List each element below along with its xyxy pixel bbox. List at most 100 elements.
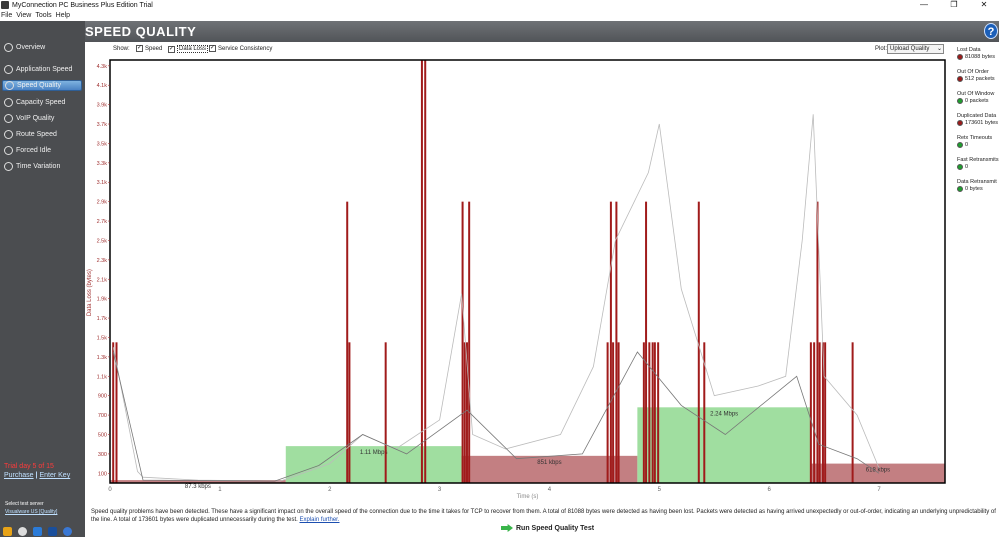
stat-fast-retransmits: Fast Retransmits 0	[957, 157, 999, 170]
stat-label: Out Of Window	[957, 91, 995, 97]
y-tick-label: 1.5k	[97, 335, 108, 341]
data-loss-bar	[609, 201, 612, 483]
checkbox-label: Data Loss	[177, 45, 209, 53]
y-tick-label: 2.9k	[97, 200, 108, 206]
menu-view[interactable]: View	[16, 12, 31, 19]
idle-icon	[4, 146, 13, 155]
chevron-down-icon: ⌄	[936, 46, 942, 52]
status-dot-icon	[957, 76, 963, 82]
menu-file[interactable]: File	[1, 12, 12, 19]
plot-select-value: Upload Quality	[890, 46, 930, 52]
trial-status: Trial day 5 of 15	[4, 463, 54, 470]
data-loss-bar	[824, 342, 827, 483]
link-separator: |	[35, 472, 38, 479]
data-loss-bar	[648, 342, 651, 483]
purchase-link[interactable]: Purchase	[4, 472, 34, 479]
sidebar-item-label: VoIP Quality	[16, 115, 55, 122]
capacity-icon	[4, 98, 13, 107]
speed-checkbox[interactable]: ✓ Speed	[136, 45, 162, 52]
stat-label: Duplicated Data	[957, 113, 997, 119]
sidebar-item-capacity-speed[interactable]: Capacity Speed	[2, 97, 82, 108]
window-title: MyConnection PC Business Plus Edition Tr…	[12, 1, 153, 9]
data-loss-bar	[615, 201, 618, 483]
run-test-label: Run Speed Quality Test	[516, 524, 595, 532]
speed-segment	[637, 407, 811, 483]
stat-value: 0 bytes	[965, 186, 983, 192]
sidebar-item-time-variation[interactable]: Time Variation	[2, 161, 82, 172]
data-loss-checkbox[interactable]: ✓ Data Loss	[168, 45, 209, 53]
y-tick-label: 2.7k	[97, 219, 108, 225]
window-controls: — ❐ ✕	[909, 0, 999, 10]
x-tick-label: 1	[218, 487, 222, 493]
run-test-button[interactable]: Run Speed Quality Test	[501, 524, 594, 532]
y-tick-label: 4.1k	[97, 83, 108, 89]
data-loss-bar	[642, 342, 645, 483]
restore-button[interactable]: ❐	[939, 0, 969, 10]
plot-select[interactable]: Upload Quality ⌄	[887, 44, 944, 54]
app-icon	[4, 65, 13, 74]
explain-further-link[interactable]: Explain further.	[299, 517, 339, 523]
network-icon[interactable]	[33, 527, 42, 536]
enter-key-link[interactable]: Enter Key	[39, 472, 70, 479]
data-loss-bar	[813, 342, 816, 483]
status-dot-icon	[957, 164, 963, 170]
checkbox-label: Speed	[145, 45, 163, 52]
y-tick-label: 3.1k	[97, 180, 108, 186]
data-loss-bar	[657, 342, 660, 483]
stat-value: 81088 bytes	[965, 54, 995, 60]
close-button[interactable]: ✕	[969, 0, 999, 10]
app-taskbar-icon[interactable]	[48, 527, 57, 536]
speed-segment-label: 1.11 Mbps	[360, 450, 388, 456]
y-tick-label: 2.1k	[97, 277, 108, 283]
sidebar-item-label: Overview	[16, 44, 46, 51]
y-tick-label: 4.3k	[97, 64, 108, 70]
data-loss-bar	[112, 342, 115, 483]
phone-icon	[4, 114, 13, 123]
sidebar-item-overview[interactable]: Overview	[2, 42, 82, 53]
sidebar-item-forced-idle[interactable]: Forced Idle	[2, 145, 82, 156]
folder-icon[interactable]	[3, 527, 12, 536]
speed-segment-label: 2.24 Mbps	[710, 411, 738, 417]
y-tick-label: 900	[98, 394, 107, 400]
stat-label: Lost Data	[957, 47, 981, 53]
status-dot-icon	[957, 120, 963, 126]
data-loss-bar	[606, 342, 609, 483]
stat-out-of-order: Out Of Order 512 packets	[957, 69, 995, 82]
data-loss-bar	[653, 342, 656, 483]
checkbox-label: Service Consistency	[218, 45, 273, 52]
help-icon[interactable]: ?	[984, 23, 998, 39]
service-consistency-checkbox[interactable]: ✓ Service Consistency	[209, 45, 272, 52]
speed-icon	[5, 81, 14, 90]
minimize-button[interactable]: —	[909, 0, 939, 10]
sidebar-item-label: Time Variation	[16, 163, 61, 170]
gear-icon	[4, 43, 13, 52]
results-text: Speed quality problems have been detecte…	[91, 509, 996, 523]
speed-quality-chart: 87.3 kbps1.11 Mbps851 kbps2.24 Mbps618 k…	[87, 59, 946, 500]
data-loss-bar	[851, 342, 854, 483]
server-link[interactable]: Visualware US [Quality]	[5, 509, 57, 515]
sidebar-item-voip-quality[interactable]: VoIP Quality	[2, 113, 82, 124]
x-tick-label: 5	[658, 487, 662, 493]
stat-value: 512 packets	[965, 76, 995, 82]
stat-value: 0 packets	[965, 98, 989, 104]
data-loss-bar	[420, 60, 423, 483]
status-dot-icon	[957, 54, 963, 60]
help-taskbar-icon[interactable]	[63, 527, 72, 536]
sidebar-item-speed-quality[interactable]: Speed Quality	[2, 80, 82, 91]
stat-lost-data: Lost Data 81088 bytes	[957, 47, 995, 60]
stat-duplicated-data: Duplicated Data 173601 bytes	[957, 113, 998, 126]
x-tick-label: 2	[328, 487, 332, 493]
x-tick-label: 4	[548, 487, 552, 493]
y-tick-label: 1.1k	[97, 374, 108, 380]
stat-label: Out Of Order	[957, 69, 989, 75]
data-loss-bar	[612, 342, 615, 483]
y-tick-label: 3.9k	[97, 103, 108, 109]
sidebar-item-route-speed[interactable]: Route Speed	[2, 129, 82, 140]
y-tick-label: 1.9k	[97, 297, 108, 303]
menu-help[interactable]: Help	[56, 12, 70, 19]
data-loss-bar	[424, 60, 427, 483]
sidebar-item-application-speed[interactable]: Application Speed	[2, 64, 82, 75]
menu-tools[interactable]: Tools	[35, 12, 51, 19]
menu-bar: File View Tools Help	[0, 10, 999, 21]
chrome-icon[interactable]	[18, 527, 27, 536]
